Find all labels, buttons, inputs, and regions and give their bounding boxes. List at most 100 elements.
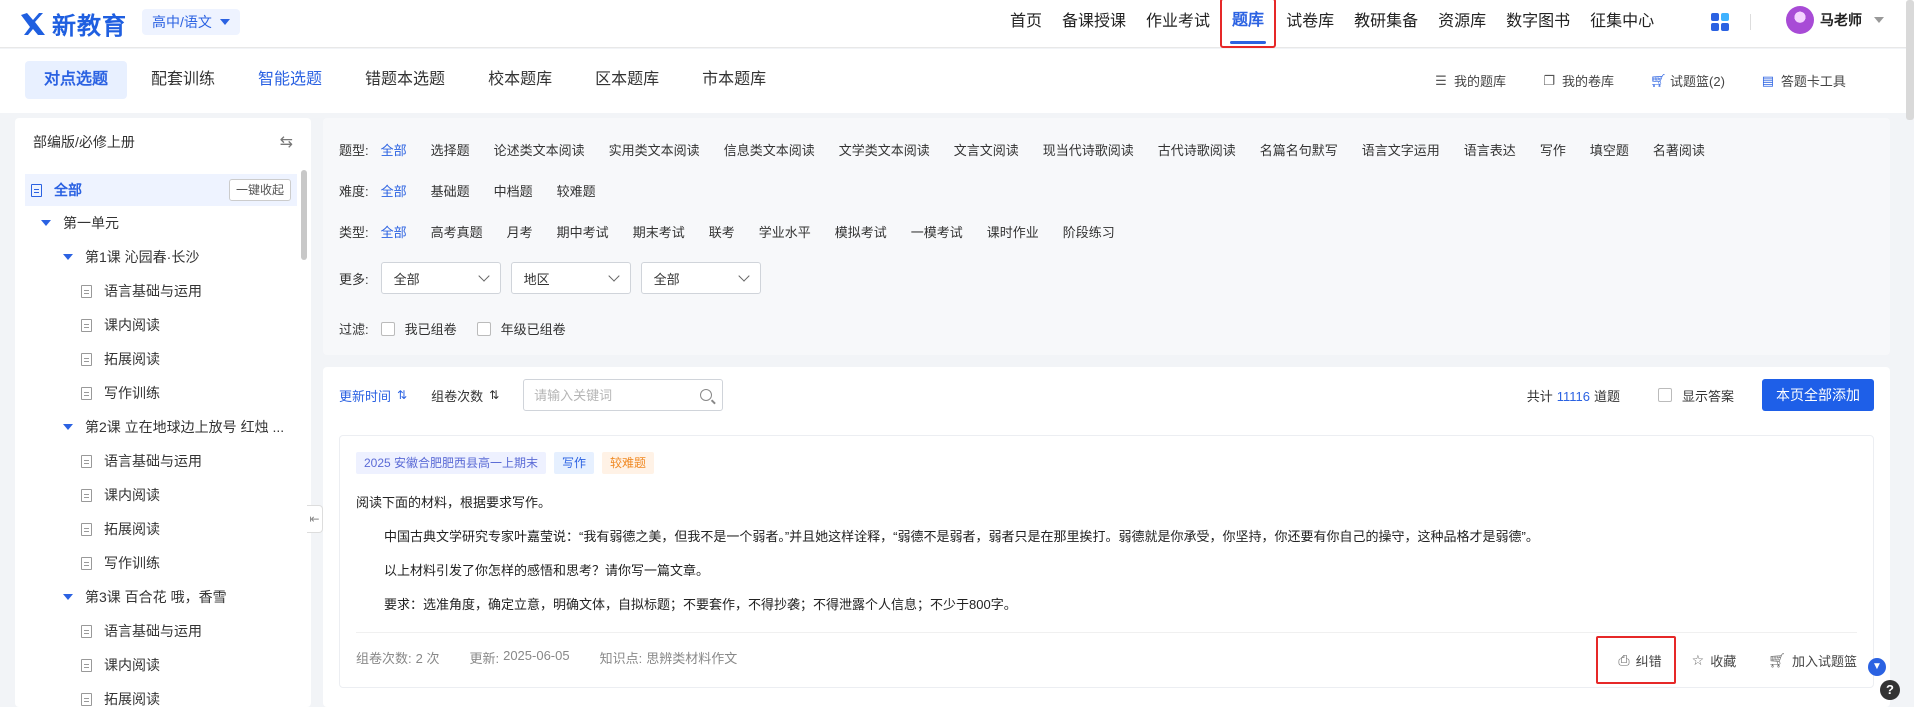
main-nav: 首页 备课授课 作业考试 题库 试卷库 教研集备 资源库 数字图书 征集中心: [1000, 0, 1664, 48]
category-option[interactable]: 一模考试: [911, 222, 963, 241]
category-option[interactable]: 学业水平: [759, 222, 811, 241]
tab-matching-practice[interactable]: 配套训练: [132, 61, 234, 99]
expand-triangle-icon[interactable]: [63, 254, 73, 260]
add-all-button[interactable]: 本页全部添加: [1762, 379, 1874, 411]
more-select-1[interactable]: 全部: [380, 262, 501, 294]
question-type-option[interactable]: 实用类文本阅读: [609, 140, 700, 159]
tree-item-section[interactable]: 拓展阅读: [15, 342, 305, 376]
question-type-option[interactable]: 全部: [381, 140, 407, 159]
tree-item-section[interactable]: 写作训练: [15, 546, 305, 580]
document-icon: [31, 183, 42, 197]
nav-digital-books[interactable]: 数字图书: [1496, 0, 1580, 44]
tree-item-lesson[interactable]: 第1课 沁园春·长沙: [15, 240, 305, 274]
difficulty-option[interactable]: 中档题: [494, 181, 533, 200]
question-type-option[interactable]: 古代诗歌阅读: [1158, 140, 1236, 159]
question-content[interactable]: 阅读下面的材料，根据要求写作。 中国古典文学研究专家叶嘉莹说：“我有弱德之美，但…: [356, 494, 1856, 630]
category-option[interactable]: 模拟考试: [835, 222, 887, 241]
nav-resources[interactable]: 资源库: [1428, 0, 1496, 44]
question-type-option[interactable]: 论述类文本阅读: [494, 140, 585, 159]
tab-district-bank[interactable]: 区本题库: [576, 61, 678, 99]
logo[interactable]: 新教育: [18, 6, 127, 41]
difficulty-option[interactable]: 较难题: [557, 181, 596, 200]
category-option[interactable]: 联考: [709, 222, 735, 241]
tree-item-section[interactable]: 拓展阅读: [15, 512, 305, 546]
expand-triangle-icon[interactable]: [41, 220, 51, 226]
add-to-basket-button[interactable]: 🛒︎ 加入试题篮: [1752, 636, 1873, 684]
tree-item-lesson[interactable]: 第2课 立在地球边上放号 红烛 ...: [15, 410, 305, 444]
checkbox-my-composed[interactable]: [380, 321, 395, 336]
answer-card-tool-link[interactable]: ▤ 答题卡工具: [1761, 71, 1846, 90]
question-type-option[interactable]: 文学类文本阅读: [839, 140, 930, 159]
tree-item-section[interactable]: 课内阅读: [15, 648, 305, 682]
category-option[interactable]: 月考: [507, 222, 533, 241]
tab-targeted-selection[interactable]: 对点选题: [25, 61, 128, 99]
my-question-bank-link[interactable]: ☰ 我的题库: [1434, 71, 1506, 90]
sort-by-compose-count[interactable]: 组卷次数 ⇅: [431, 386, 499, 405]
search-icon[interactable]: [700, 389, 713, 401]
tree-item-lesson[interactable]: 第3课 百合花 哦，香雪: [15, 580, 305, 614]
tab-mistake-book[interactable]: 错题本选题: [346, 61, 464, 99]
nav-teaching-research[interactable]: 教研集备: [1344, 0, 1428, 44]
sidebar-scrollbar[interactable]: [301, 170, 307, 260]
difficulty-option[interactable]: 基础题: [431, 181, 470, 200]
favorite-button[interactable]: ☆ 收藏: [1676, 636, 1753, 684]
tree-item-section[interactable]: 拓展阅读: [15, 682, 305, 707]
checkbox-grade-composed[interactable]: [476, 321, 491, 336]
apps-grid-icon[interactable]: [1711, 13, 1729, 31]
question-type-option[interactable]: 名篇名句默写: [1260, 140, 1338, 159]
tree-item-section[interactable]: 课内阅读: [15, 478, 305, 512]
question-type-option[interactable]: 填空题: [1590, 140, 1629, 159]
tree-item-section[interactable]: 语言基础与运用: [15, 444, 305, 478]
tree-item-section[interactable]: 写作训练: [15, 376, 305, 410]
scroll-down-icon[interactable]: ▼: [1868, 658, 1886, 676]
nav-home[interactable]: 首页: [1000, 0, 1052, 44]
question-basket-link[interactable]: 🛒︎ 试题篮(2): [1650, 71, 1725, 90]
more-select-3[interactable]: 全部: [640, 262, 761, 294]
nav-lesson-prep[interactable]: 备课授课: [1052, 0, 1136, 44]
sort-by-update-time[interactable]: 更新时间 ⇅: [339, 386, 407, 405]
search-input[interactable]: [534, 387, 685, 403]
category-option[interactable]: 全部: [381, 222, 407, 241]
nav-question-bank[interactable]: 题库: [1220, 0, 1277, 48]
question-type-option[interactable]: 文言文阅读: [954, 140, 1019, 159]
tree-item-all[interactable]: 全部 一键收起: [25, 174, 297, 206]
question-type-option[interactable]: 名著阅读: [1653, 140, 1705, 159]
tree-item-section[interactable]: 语言基础与运用: [15, 274, 305, 308]
question-type-option[interactable]: 语言文字运用: [1362, 140, 1440, 159]
question-type-option[interactable]: 写作: [1540, 140, 1566, 159]
user-menu[interactable]: 马老师: [1786, 6, 1884, 34]
region-select[interactable]: 地区: [510, 262, 631, 294]
nav-paper-bank[interactable]: 试卷库: [1276, 0, 1344, 44]
category-option[interactable]: 阶段练习: [1063, 222, 1115, 241]
question-type-option[interactable]: 语言表达: [1464, 140, 1516, 159]
question-type-option[interactable]: 现当代诗歌阅读: [1043, 140, 1134, 159]
tree-item-unit[interactable]: 第一单元: [15, 206, 305, 240]
nav-homework-exam[interactable]: 作业考试: [1136, 0, 1220, 44]
switch-textbook-icon[interactable]: ⇆: [280, 132, 293, 152]
show-answer-checkbox[interactable]: [1657, 388, 1672, 402]
show-answer-toggle[interactable]: 显示答案: [1657, 386, 1734, 405]
expand-triangle-icon[interactable]: [63, 424, 73, 430]
nav-collection-center[interactable]: 征集中心: [1580, 0, 1664, 44]
question-type-option[interactable]: 选择题: [431, 140, 470, 159]
collapse-all-button[interactable]: 一键收起: [228, 179, 291, 201]
category-option[interactable]: 期末考试: [633, 222, 685, 241]
question-type-option[interactable]: 信息类文本阅读: [724, 140, 815, 159]
page-scrollbar[interactable]: [1906, 0, 1914, 120]
expand-triangle-icon[interactable]: [63, 594, 73, 600]
report-error-button[interactable]: ⎙ 纠错: [1596, 636, 1676, 684]
my-paper-bank-link[interactable]: ❐ 我的卷库: [1542, 71, 1614, 90]
tab-school-bank[interactable]: 校本题库: [469, 61, 571, 99]
tab-smart-selection[interactable]: 智能选题: [239, 61, 341, 99]
tree-item-section[interactable]: 课内阅读: [15, 308, 305, 342]
help-icon[interactable]: ?: [1880, 680, 1900, 700]
category-option[interactable]: 高考真题: [431, 222, 483, 241]
sidebar-toggle-icon[interactable]: ⇤: [307, 505, 323, 533]
difficulty-option[interactable]: 全部: [381, 181, 407, 200]
category-option[interactable]: 课时作业: [987, 222, 1039, 241]
stage-subject-select[interactable]: 高中/语文: [142, 9, 240, 35]
category-option[interactable]: 期中考试: [557, 222, 609, 241]
tree-item-section[interactable]: 语言基础与运用: [15, 614, 305, 648]
tab-city-bank[interactable]: 市本题库: [683, 61, 785, 99]
source-tag[interactable]: 2025 安徽合肥肥西县高一上期末: [356, 452, 547, 474]
